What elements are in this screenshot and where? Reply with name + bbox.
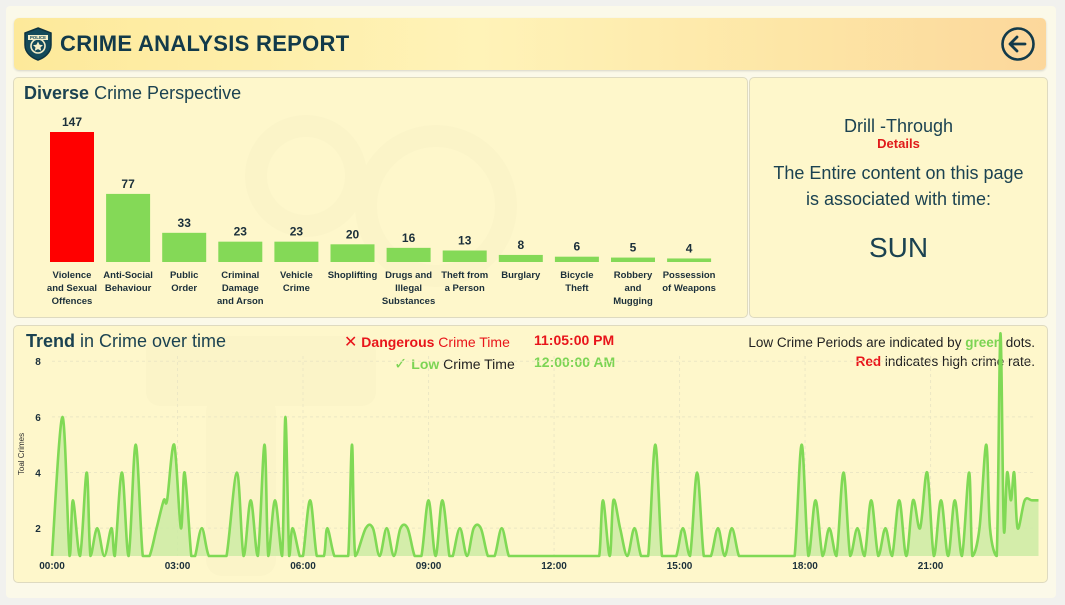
- y-tick-1: 4: [35, 469, 41, 480]
- trend-line[interactable]: [50, 332, 1039, 558]
- category-label-9-1: Theft: [565, 283, 589, 294]
- bar-10[interactable]: [611, 257, 655, 262]
- category-label-6-2: Substances: [382, 296, 435, 307]
- x-tick-4: 12:00: [541, 561, 567, 572]
- bar-1[interactable]: [106, 193, 151, 262]
- bar-7[interactable]: [442, 250, 487, 262]
- category-label-11-1: of Weapons: [662, 283, 716, 294]
- bar-value-0: 147: [62, 115, 82, 129]
- category-label-0-0: Violence: [53, 270, 92, 281]
- x-tick-6: 18:00: [792, 561, 818, 572]
- y-tick-3: 8: [35, 357, 41, 368]
- x-tick-0: 00:00: [39, 561, 65, 572]
- x-tick-3: 09:00: [416, 561, 442, 572]
- y-tick-0: 2: [35, 524, 41, 535]
- bar-3[interactable]: [218, 241, 263, 262]
- category-label-11-0: Possession: [663, 270, 716, 281]
- category-label-2-1: Order: [171, 283, 197, 294]
- bar-value-9: 6: [574, 240, 581, 254]
- category-label-10-2: Mugging: [613, 296, 653, 307]
- bar-2[interactable]: [162, 232, 207, 262]
- badge-label: POLICE: [30, 35, 46, 40]
- drill-through-description: The Entire content on this page is assoc…: [773, 163, 1024, 209]
- trend-panel: Trend in Crime over time ✕ Dangerous Cri…: [13, 325, 1048, 583]
- category-label-4-1: Crime: [283, 283, 310, 294]
- bar-value-1: 77: [121, 177, 135, 191]
- drill-through-details: Details: [877, 136, 920, 151]
- bar-value-6: 16: [402, 231, 416, 245]
- bar-11[interactable]: [667, 258, 712, 262]
- category-label-9-0: Bicycle: [560, 270, 593, 281]
- bar-6[interactable]: [386, 247, 431, 262]
- category-label-1-0: Anti-Social: [103, 270, 153, 281]
- category-label-3-2: and Arson: [217, 296, 264, 307]
- bar-9[interactable]: [554, 256, 599, 262]
- x-tick-7: 21:00: [918, 561, 944, 572]
- bar-value-5: 20: [346, 227, 360, 241]
- police-badge-icon: POLICE: [24, 27, 52, 61]
- bar-value-3: 23: [234, 225, 248, 239]
- category-label-5-0: Shoplifting: [328, 270, 378, 281]
- drill-through-title: Drill -Through: [843, 116, 954, 136]
- crime-trend-chart: 2 4 6 8 00:00 03:00 06:00 09:00 12:00 15:00 18:00 2…: [17, 332, 1039, 572]
- category-label-4-0: Vehicle: [280, 270, 313, 281]
- back-arrow-icon[interactable]: [1000, 26, 1036, 62]
- category-label-3-0: Criminal: [221, 270, 259, 281]
- bar-4[interactable]: [274, 241, 319, 262]
- category-label-10-0: Robbery: [614, 270, 653, 281]
- bar-value-2: 33: [178, 216, 192, 230]
- category-label-7-0: Theft from: [441, 270, 488, 281]
- bar-value-4: 23: [290, 225, 304, 239]
- y-axis-label: Toal Crimes: [17, 433, 26, 475]
- category-label-0-2: Offences: [52, 296, 93, 307]
- x-tick-5: 15:00: [667, 561, 693, 572]
- trend-area: [52, 333, 1039, 556]
- category-label-8-0: Burglary: [501, 270, 541, 281]
- bar-value-7: 13: [458, 234, 472, 248]
- drill-through-panel: Drill -Through Details The Entire conten…: [749, 77, 1048, 318]
- bar-value-11: 4: [686, 241, 693, 255]
- category-label-2-0: Public: [170, 270, 199, 281]
- x-tick-2: 06:00: [290, 561, 316, 572]
- category-label-6-0: Drugs and: [385, 270, 432, 281]
- report-header: POLICE CRIME ANALYSIS REPORT: [14, 18, 1046, 70]
- bar-5[interactable]: [330, 244, 375, 262]
- category-label-1-1: Behaviour: [105, 283, 152, 294]
- crime-bar-chart: 147 Violence and Sexual Offences 77 Anti-Soci…: [47, 115, 716, 307]
- bar-value-8: 8: [517, 238, 524, 252]
- category-label-3-1: Damage: [222, 283, 259, 294]
- x-tick-1: 03:00: [165, 561, 191, 572]
- y-tick-2: 6: [35, 413, 41, 424]
- bar-0[interactable]: [50, 132, 94, 262]
- bar-8[interactable]: [498, 254, 543, 262]
- category-label-7-1: a Person: [445, 283, 485, 294]
- category-label-10-1: and: [625, 283, 642, 294]
- category-label-6-1: Illegal: [395, 283, 422, 294]
- drill-through-day-value: SUN: [868, 232, 929, 263]
- category-label-0-1: and Sexual: [47, 283, 97, 294]
- crime-perspective-panel: Diverse Crime Perspective 147 Violence and…: [13, 77, 748, 318]
- page-title: CRIME ANALYSIS REPORT: [60, 31, 350, 56]
- bar-value-10: 5: [630, 241, 637, 255]
